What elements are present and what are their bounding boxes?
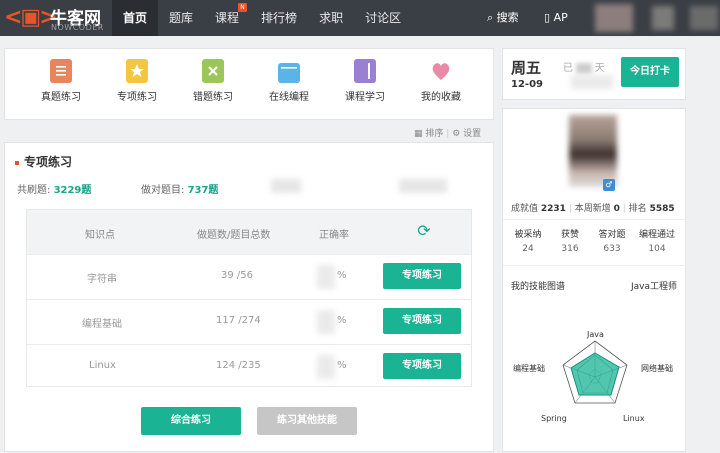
checkin-status: 已 ▇▇ 天: [563, 63, 605, 74]
quick-link-course-study[interactable]: 课程学习: [329, 59, 401, 103]
radar-label-java: Java: [586, 330, 604, 339]
correct-questions-stat: 做对题目: 737题: [141, 185, 219, 196]
avatar[interactable]: ♂: [569, 115, 617, 191]
top-navbar: <▣> 牛客网 NOWCODER 首页 题库 课程 N 排行榜 求职 讨论区 ⌕ …: [0, 0, 720, 36]
phone-icon: ▯: [544, 11, 551, 24]
document-icon: [50, 59, 72, 83]
radar-label-linux: Linux: [623, 414, 645, 423]
quick-links-panel: 真题练习 专项练习 错题练习 在线编程 课程学习 我的收藏: [4, 48, 494, 120]
section-title: 专项练习: [15, 153, 72, 170]
blurred-stat: [271, 179, 301, 193]
radar-label-programming: 编程基础: [513, 363, 545, 373]
count-adopted[interactable]: 被采纳 24: [505, 227, 551, 254]
nav-jobs[interactable]: 求职: [308, 0, 354, 36]
count-likes[interactable]: 获赞 316: [547, 227, 593, 254]
gear-icon: ⚙: [452, 129, 461, 139]
star-icon: [126, 59, 148, 83]
col-topic: 知识点: [85, 230, 115, 241]
blurred-rate: [317, 265, 335, 289]
search-icon: ⌕: [487, 11, 494, 24]
blurred-menu: [690, 6, 718, 30]
blurred-username: [652, 6, 674, 30]
skill-map-title: 我的技能图谱: [511, 282, 566, 292]
checkin-panel: 周五 12-09 已 ▇▇ 天 今日打卡: [502, 48, 686, 100]
profile-panel: ♂ 成就值 2231 | 本周新增 0 | 排名 5585 被采纳 24 获赞 31…: [502, 108, 687, 452]
quick-link-real-exam[interactable]: 真题练习: [25, 59, 97, 103]
sort-button[interactable]: ▦ 排序: [414, 129, 443, 139]
browser-icon: [278, 63, 300, 83]
nav-question-bank[interactable]: 题库: [158, 0, 204, 36]
nav-ranking[interactable]: 排行榜: [250, 0, 308, 36]
table-row: Linux 124 /235 % 专项练习: [27, 344, 471, 389]
divider: [503, 219, 687, 220]
blurred-rate: [317, 355, 335, 379]
divider: [503, 265, 687, 266]
nav-courses[interactable]: 课程 N: [204, 0, 250, 36]
radar-label-spring: Spring: [541, 414, 567, 423]
logo-icon: <▣>: [4, 5, 58, 30]
logo-subtext: NOWCODER: [51, 23, 104, 32]
other-skills-button[interactable]: 练习其他技能: [257, 407, 357, 435]
weekday: 周五: [511, 59, 542, 77]
blurred-rate: [317, 310, 335, 334]
checkin-button[interactable]: 今日打卡: [621, 57, 679, 87]
blurred-avatar-image: [569, 115, 617, 187]
table-row: 字符串 39 /56 % 专项练习: [27, 254, 471, 299]
settings-button[interactable]: ⚙ 设置: [452, 129, 481, 139]
topic-practice-button[interactable]: 专项练习: [383, 308, 461, 334]
topic-practice-button[interactable]: 专项练习: [383, 263, 461, 289]
blurred-stat: [399, 179, 447, 193]
grid-icon: ▦: [414, 129, 423, 139]
app-link[interactable]: ▯ AP: [544, 0, 568, 36]
search-button[interactable]: ⌕ 搜索: [487, 0, 519, 36]
col-rate: 正确率: [319, 230, 349, 241]
table-header: 知识点 做题数/题目总数 正确率 ⟳: [27, 210, 471, 254]
comprehensive-practice-button[interactable]: 综合练习: [141, 407, 241, 435]
quick-link-wrong-questions[interactable]: 错题练习: [177, 59, 249, 103]
heart-icon: [430, 59, 452, 83]
quick-link-topic-practice[interactable]: 专项练习: [101, 59, 173, 103]
verified-icon: ♂: [603, 179, 615, 191]
col-count: 做题数/题目总数: [197, 230, 271, 241]
nav-home[interactable]: 首页: [112, 0, 159, 36]
topic-table: 知识点 做题数/题目总数 正确率 ⟳ 字符串 39 /56 % 专项练习 编程基…: [26, 209, 472, 387]
nav-discussion[interactable]: 讨论区: [354, 0, 412, 36]
count-correct[interactable]: 答对题 633: [589, 227, 635, 254]
score-line: 成就值 2231 | 本周新增 0 | 排名 5585: [511, 204, 675, 214]
skill-role: Java工程师: [630, 282, 677, 292]
quick-link-favorites[interactable]: 我的收藏: [405, 59, 477, 103]
refresh-icon[interactable]: ⟳: [415, 222, 433, 240]
topic-practice-button[interactable]: 专项练习: [383, 353, 461, 379]
date: 12-09: [511, 79, 543, 90]
topic-practice-panel: 专项练习 共刷题: 3229题 做对题目: 737题 知识点 做题数/题目总数 …: [4, 142, 494, 452]
blurred-avatar[interactable]: [595, 4, 633, 32]
logo[interactable]: <▣> 牛客网 NOWCODER: [4, 2, 112, 34]
table-row: 编程基础 117 /274 % 专项练习: [27, 299, 471, 344]
radar-label-network: 网络基础: [641, 363, 673, 373]
panel-tools: ▦ 排序 | ⚙ 设置: [414, 129, 482, 139]
total-questions-stat: 共刷题: 3229题: [17, 185, 92, 196]
error-doc-icon: [202, 59, 224, 83]
skill-radar-chart: Java 网络基础 Linux Spring 编程基础: [513, 330, 673, 423]
book-icon: [354, 59, 376, 83]
blurred-text: [571, 75, 613, 89]
quick-link-online-coding[interactable]: 在线编程: [253, 59, 325, 103]
main-nav: 首页 题库 课程 N 排行榜 求职 讨论区: [112, 0, 412, 36]
count-coding-passed[interactable]: 编程通过 104: [631, 227, 683, 254]
new-badge: N: [238, 3, 248, 12]
